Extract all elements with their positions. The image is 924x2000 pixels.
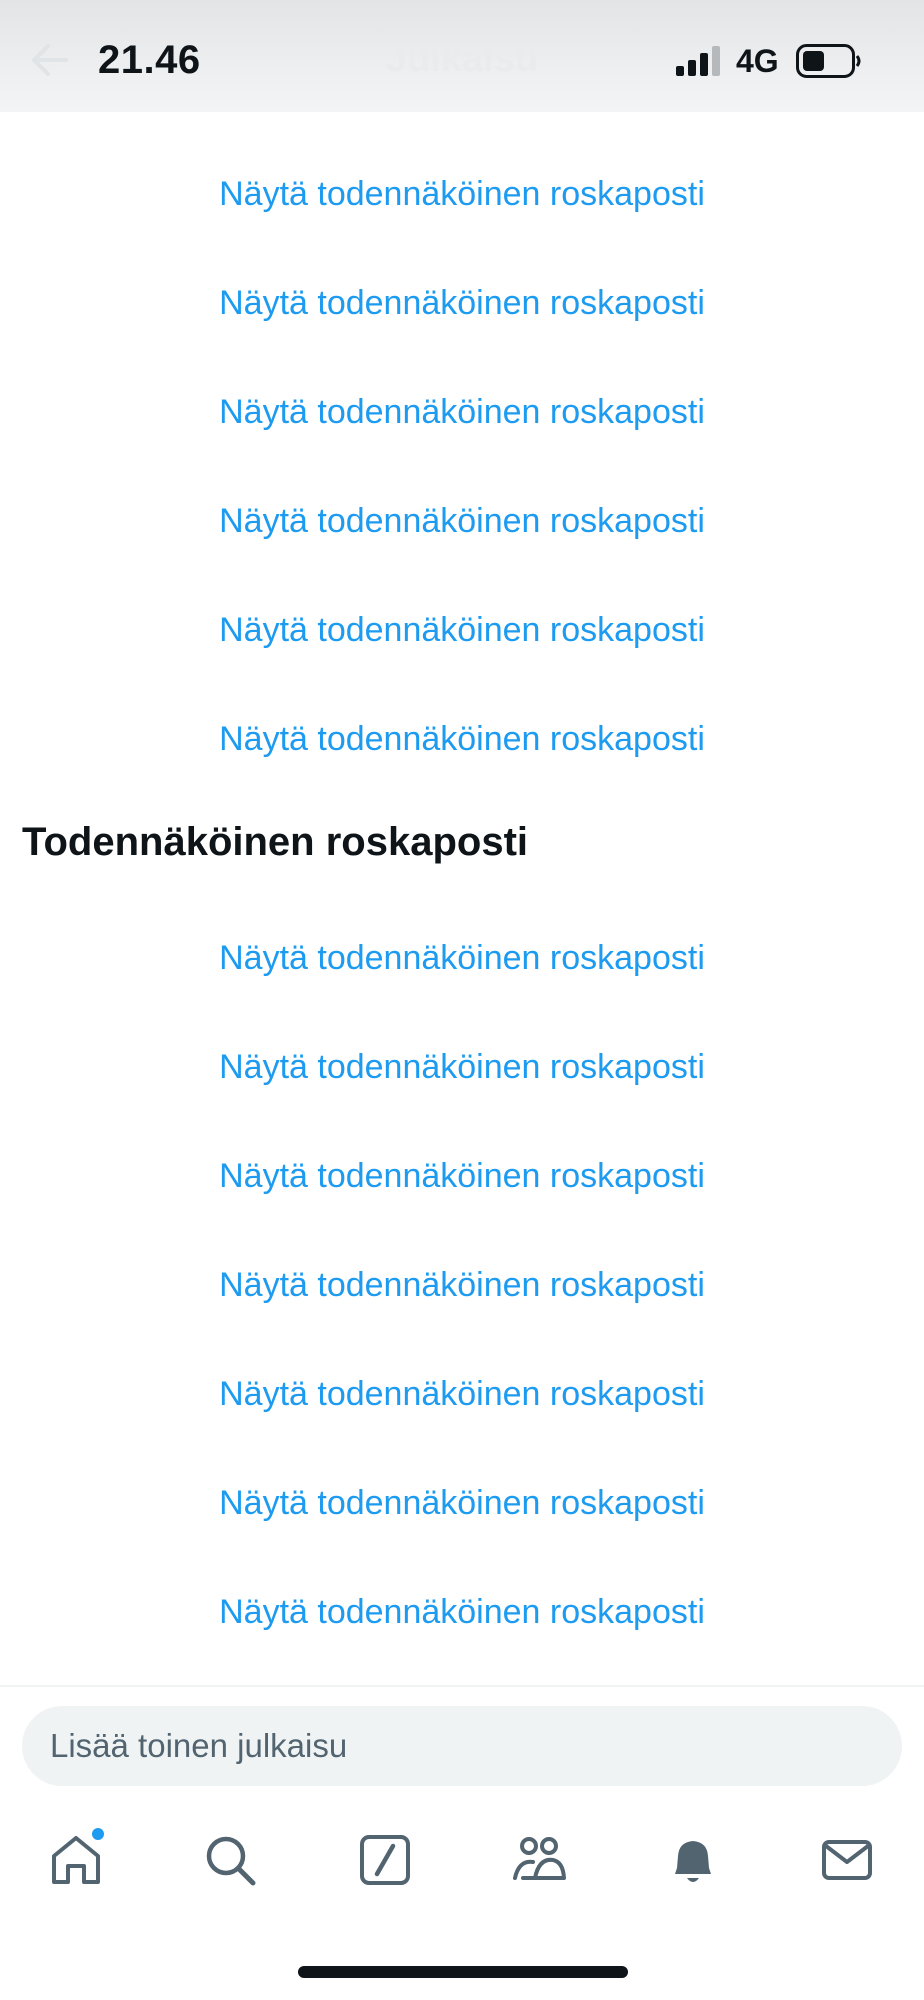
spam-link[interactable]: Näytä todennäköinen roskaposti — [0, 1043, 924, 1091]
section-heading: Todennäköinen roskaposti — [22, 820, 528, 864]
spam-link[interactable]: Näytä todennäköinen roskaposti — [0, 170, 924, 218]
spam-link[interactable]: Näytä todennäköinen roskaposti — [0, 1152, 924, 1200]
spam-link[interactable]: Näytä todennäköinen roskaposti — [0, 715, 924, 763]
status-bar: Julkaisu 21.46 4G — [0, 0, 924, 112]
home-indicator — [298, 1966, 628, 1978]
messages-icon[interactable] — [819, 1832, 875, 1888]
spam-link[interactable]: Näytä todennäköinen roskaposti — [0, 606, 924, 654]
notifications-icon[interactable] — [665, 1832, 721, 1888]
communities-icon[interactable] — [511, 1832, 567, 1888]
spam-link[interactable]: Näytä todennäköinen roskaposti — [0, 1588, 924, 1636]
divider — [0, 1685, 924, 1687]
spam-link[interactable]: Näytä todennäköinen roskaposti — [0, 388, 924, 436]
status-time: 21.46 — [98, 38, 201, 82]
network-type: 4G — [736, 43, 779, 79]
home-unread-dot — [90, 1826, 106, 1842]
signal-bars-icon — [676, 46, 720, 76]
spam-link[interactable]: Näytä todennäköinen roskaposti — [0, 279, 924, 327]
reply-input[interactable] — [22, 1706, 902, 1786]
spam-link[interactable]: Näytä todennäköinen roskaposti — [0, 1370, 924, 1418]
spam-link[interactable]: Näytä todennäköinen roskaposti — [0, 1479, 924, 1527]
spam-link[interactable]: Näytä todennäköinen roskaposti — [0, 934, 924, 982]
battery-icon — [796, 44, 861, 78]
spam-link[interactable]: Näytä todennäköinen roskaposti — [0, 1261, 924, 1309]
bottom-nav — [0, 1820, 924, 1910]
spam-link[interactable]: Näytä todennäköinen roskaposti — [0, 497, 924, 545]
search-icon[interactable] — [202, 1832, 258, 1888]
grok-icon[interactable] — [357, 1832, 413, 1888]
